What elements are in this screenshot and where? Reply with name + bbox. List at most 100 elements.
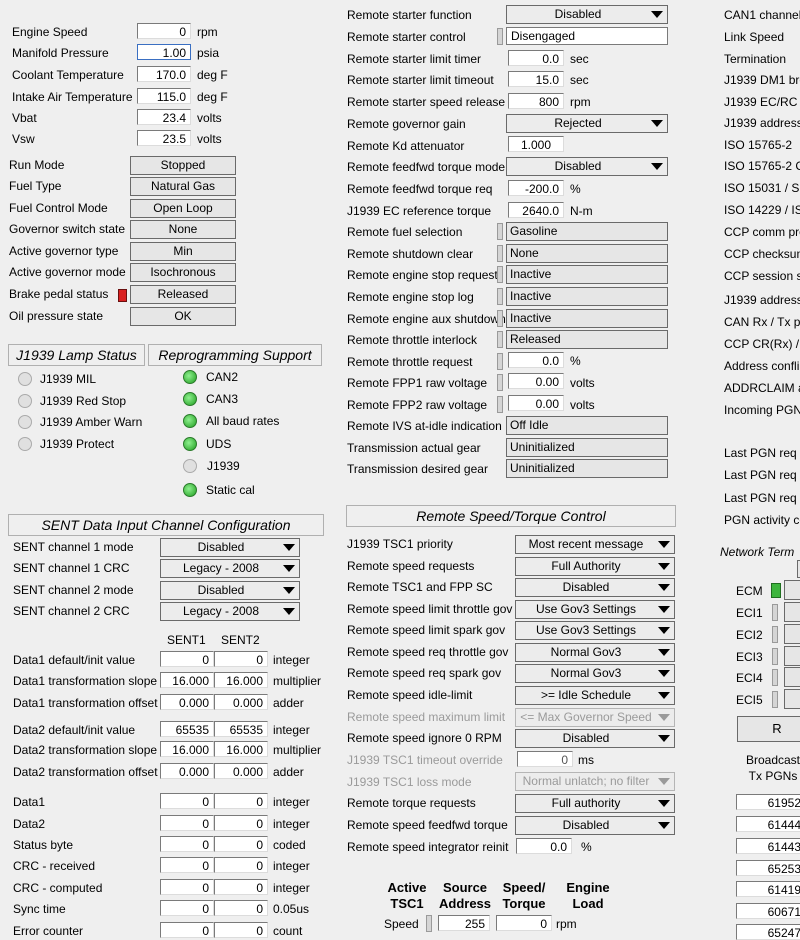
remote-status-grip[interactable]	[497, 288, 503, 305]
sent1-cfg-input[interactable]: 0.000	[160, 694, 214, 710]
rst-row2-dropdown[interactable]: Disabled	[515, 816, 675, 835]
tsc1-loss-dropdown: Normal unlatch; no filter	[515, 772, 675, 791]
sent1-cfg-input[interactable]: 0.000	[160, 763, 214, 779]
engine-row-label[interactable]: Intake Air Temperature	[12, 89, 133, 105]
thr-req-grip[interactable]	[497, 353, 503, 370]
sent2-cfg-input[interactable]: 16.000	[214, 741, 268, 757]
remote-status-grip[interactable]	[497, 266, 503, 283]
speed-release-input[interactable]: 800	[508, 93, 564, 109]
reprog-label: All baud rates	[206, 414, 280, 428]
remote-status-grip[interactable]	[497, 245, 503, 262]
rst-row-dropdown[interactable]: Most recent message	[515, 535, 675, 554]
remote-starter-control-value[interactable]: Disengaged	[506, 27, 668, 45]
broadcast-pgn-value: 65253	[736, 860, 800, 876]
rst-row-dropdown-chevron-down-icon	[658, 627, 670, 634]
sent-mode-dropdown[interactable]: Disabled	[160, 538, 300, 557]
sent1-cfg-input[interactable]: 16.000	[160, 672, 214, 688]
rst-row-dropdown[interactable]: Disabled	[515, 578, 675, 597]
network-node-grip[interactable]	[772, 669, 778, 686]
network-node-select[interactable]	[784, 689, 800, 709]
rst-row-dropdown-value: Normal Gov3	[550, 666, 622, 680]
sent2-cfg-input[interactable]: 0	[214, 651, 268, 667]
sent-mode-dropdown-value: Disabled	[197, 583, 245, 597]
state-row-label: Active governor mode	[9, 265, 126, 279]
remote-starter-control-grip[interactable]	[497, 28, 503, 45]
remote-status-grip[interactable]	[497, 331, 503, 348]
fpp2-grip[interactable]	[497, 396, 503, 413]
sent-data-label: Error counter	[13, 924, 84, 938]
sent1-column-header: SENT1	[167, 633, 206, 647]
rst-row-dropdown[interactable]: >= Idle Schedule	[515, 686, 675, 705]
rst-row-dropdown[interactable]: Use Gov3 Settings	[515, 621, 675, 640]
engine-row-label[interactable]: Manifold Pressure	[12, 45, 109, 61]
sent-cfg-unit: integer	[273, 723, 310, 737]
gov-gain-dropdown[interactable]: Rejected	[506, 114, 668, 133]
kd-input[interactable]: 1.000	[508, 136, 564, 152]
rst-row-dropdown-chevron-down-icon	[658, 541, 670, 548]
rst-row-dropdown[interactable]: Full Authority	[515, 557, 675, 576]
network-node-select[interactable]	[784, 667, 800, 687]
tsc1-override-input: 0	[517, 751, 573, 767]
can-setting-label: ADDRCLAIM a	[724, 381, 800, 395]
sent-data-unit: coded	[273, 838, 306, 852]
network-node-grip[interactable]	[772, 604, 778, 621]
sent2-data-value: 0	[214, 836, 268, 852]
engine-row-label[interactable]: Vbat	[12, 110, 37, 126]
engine-row-value[interactable]: 1.00	[137, 44, 191, 60]
reset-button[interactable]: R	[737, 716, 800, 742]
ff-mode-dropdown[interactable]: Disabled	[506, 157, 668, 176]
speed-request-value: 0	[496, 915, 552, 931]
engine-row-label[interactable]: Engine Speed	[12, 24, 87, 40]
sent1-cfg-input[interactable]: 0	[160, 651, 214, 667]
network-node-grip[interactable]	[772, 648, 778, 665]
pgn-request-label: Last PGN req F	[724, 446, 800, 460]
sent-mode-dropdown[interactable]: Legacy - 2008	[160, 602, 300, 621]
remote-tail-label: Transmission desired gear	[347, 462, 488, 476]
gov-gain-dropdown-value: Rejected	[554, 116, 602, 130]
fpp1-grip[interactable]	[497, 374, 503, 391]
sent1-cfg-input[interactable]: 65535	[160, 721, 214, 737]
sent2-cfg-input[interactable]: 65535	[214, 721, 268, 737]
sent1-cfg-input[interactable]: 16.000	[160, 741, 214, 757]
remote-starter-function-dropdown[interactable]: Disabled	[506, 5, 668, 24]
can-setting-label: Termination	[724, 52, 787, 66]
network-node-select[interactable]	[784, 602, 800, 622]
sent2-cfg-input[interactable]: 16.000	[214, 672, 268, 688]
sent-mode-dropdown[interactable]: Disabled	[160, 581, 300, 600]
pgn-request-label: PGN activity co	[724, 513, 800, 527]
can-setting-label: Incoming PGN	[724, 403, 800, 417]
speed-row-label: Speed	[384, 917, 419, 931]
rst-row-dropdown[interactable]: Normal Gov3	[515, 643, 675, 662]
rst-row-dropdown[interactable]: Use Gov3 Settings	[515, 600, 675, 619]
network-node-select[interactable]	[784, 580, 800, 600]
state-row-label: Governor switch state	[9, 222, 126, 236]
engine-row-value: 170.0	[137, 66, 191, 82]
network-node-grip[interactable]	[772, 691, 778, 708]
network-node-select[interactable]	[784, 624, 800, 644]
rst-row-label: Remote speed maximum limit	[347, 710, 506, 724]
sent-data-label: CRC - computed	[13, 881, 103, 895]
rst-row2-dropdown[interactable]: Full authority	[515, 794, 675, 813]
lamp-label: J1939 MIL	[40, 372, 97, 386]
sent-mode-dropdown[interactable]: Legacy - 2008	[160, 559, 300, 578]
engine-row-label[interactable]: Vsw	[12, 131, 35, 147]
limit-timer-unit: sec	[570, 52, 589, 66]
engine-row-label[interactable]: Coolant Temperature	[12, 67, 124, 83]
sent2-cfg-input[interactable]: 0.000	[214, 694, 268, 710]
network-node-grip[interactable]	[772, 626, 778, 643]
sent2-cfg-input[interactable]: 0.000	[214, 763, 268, 779]
remote-status-grip[interactable]	[497, 310, 503, 327]
state-row-label: Fuel Type	[9, 179, 62, 193]
network-node-select[interactable]	[784, 646, 800, 666]
reprog-label: CAN2	[206, 370, 239, 384]
rst-row-dropdown[interactable]: Normal Gov3	[515, 664, 675, 683]
reprogramming-support-header: Reprogramming Support	[148, 344, 322, 366]
remote-status-grip[interactable]	[497, 223, 503, 240]
sent-mode-dropdown-chevron-down-icon	[283, 587, 295, 594]
sent-cfg-label: Data1 default/init value	[13, 653, 136, 667]
limit-timeout-input[interactable]: 15.0	[508, 71, 564, 87]
state-row-value: Isochronous	[130, 263, 236, 282]
can-setting-label: J1939 address	[724, 293, 800, 307]
sent-cfg-label: Data1 transformation slope	[13, 674, 158, 688]
rst-row-dropdown[interactable]: Disabled	[515, 729, 675, 748]
